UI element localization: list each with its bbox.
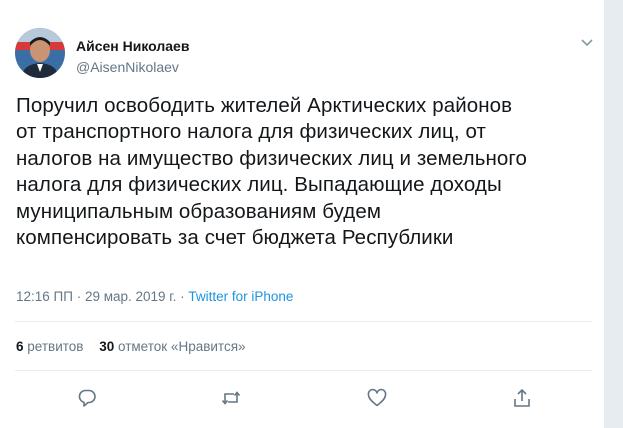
tweet-meta: 12:16 ПП · 29 мар. 2019 г. · Twitter for… xyxy=(16,289,293,305)
retweet-icon[interactable] xyxy=(220,387,242,409)
likes-count: 30 xyxy=(99,339,115,354)
retweets-count: 6 xyxy=(16,339,24,354)
share-icon[interactable] xyxy=(511,387,533,409)
heart-icon[interactable] xyxy=(366,387,388,409)
meta-separator: · xyxy=(72,289,85,304)
source-link[interactable]: Twitter for iPhone xyxy=(188,289,293,304)
user-handle[interactable]: @AisenNikolaev xyxy=(76,59,189,75)
tweet-stats: 6 ретвитов 30 отметок «Нравится» xyxy=(16,339,258,355)
divider xyxy=(15,370,592,371)
chevron-down-icon[interactable] xyxy=(579,36,595,48)
tweet-card: Айсен Николаев @AisenNikolaev Поручил ос… xyxy=(0,0,605,428)
divider xyxy=(15,321,592,322)
meta-separator: · xyxy=(176,289,189,304)
avatar-image xyxy=(15,28,65,78)
likes-stat[interactable]: 30 отметок «Нравится» xyxy=(99,339,245,354)
retweets-label: ретвитов xyxy=(23,339,84,354)
tweet-time[interactable]: 12:16 ПП xyxy=(16,289,73,304)
display-name[interactable]: Айсен Николаев xyxy=(76,38,189,54)
author-block[interactable]: Айсен Николаев @AisenNikolaev xyxy=(76,38,189,75)
tweet-text: Поручил освободить жителей Арктических р… xyxy=(16,94,528,250)
tweet-date[interactable]: 29 мар. 2019 г. xyxy=(85,289,176,304)
reply-icon[interactable] xyxy=(76,387,98,409)
likes-label: отметок «Нравится» xyxy=(114,339,246,354)
retweets-stat[interactable]: 6 ретвитов xyxy=(16,339,83,354)
avatar[interactable] xyxy=(15,28,65,78)
